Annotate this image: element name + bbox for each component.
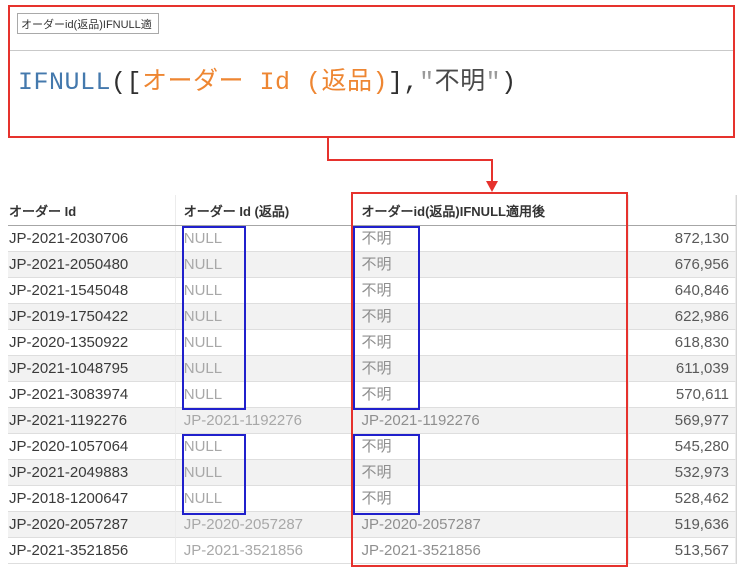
table-row: JP-2019-1750422 NULL 不明 622,986 [8,304,737,330]
table-cell[interactable]: JP-2021-3521856 [351,538,630,564]
table-cell[interactable]: JP-2021-3521856 [175,538,352,564]
table-cell[interactable]: JP-2020-1057064 [8,434,176,460]
table-cell[interactable]: JP-2019-1750422 [8,304,176,330]
formula-token-quote: " [485,68,502,97]
table-cell[interactable]: 不明 [351,304,630,330]
table-cell[interactable]: JP-2021-2030706 [8,226,176,252]
table-cell[interactable]: NULL [175,226,352,252]
column-header[interactable] [629,195,737,225]
table-cell[interactable]: 528,462 [629,486,737,512]
table-cell[interactable]: NULL [175,278,352,304]
table-cell[interactable]: JP-2020-1350922 [8,330,176,356]
table-cell[interactable]: 不明 [351,226,630,252]
table-cell[interactable]: 不明 [351,278,630,304]
table-cell[interactable]: 569,977 [629,408,737,434]
table-cell[interactable]: JP-2020-2057287 [175,512,352,538]
table-cell[interactable]: JP-2021-1192276 [175,408,352,434]
table-row: JP-2020-1350922 NULL 不明 618,830 [8,330,737,356]
table-cell[interactable]: NULL [175,460,352,486]
table-header-row: オーダー Id オーダー Id (返品) オーダーid(返品)IFNULL適用後 [8,195,737,226]
table-cell[interactable]: JP-2021-3521856 [8,538,176,564]
table-row: JP-2021-2050480 NULL 不明 676,956 [8,252,737,278]
table-cell[interactable]: NULL [175,486,352,512]
formula-token-plain: ) [501,68,517,97]
table-cell[interactable]: 676,956 [629,252,737,278]
column-header[interactable]: オーダー Id (返品) [176,195,352,225]
table-cell[interactable]: 611,039 [629,356,737,382]
table-cell[interactable]: JP-2021-3083974 [8,382,176,408]
table-cell[interactable]: 532,973 [629,460,737,486]
formula-token-plain: ], [388,68,420,97]
table-body: JP-2021-2030706 NULL 不明 872,130 JP-2021-2050… [8,226,737,564]
table-cell[interactable]: 872,130 [629,226,737,252]
table-row: JP-2021-1048795 NULL 不明 611,039 [8,356,737,382]
table-cell[interactable]: 622,986 [629,304,737,330]
table-cell[interactable]: NULL [175,382,352,408]
table-cell[interactable]: 519,636 [629,512,737,538]
table-row: JP-2021-3083974 NULL 不明 570,611 [8,382,737,408]
table-cell[interactable]: 不明 [351,434,630,460]
screenshot-canvas: IFNULL([オーダー Id (返品)],"不明") オーダー Idオーダー … [0,0,742,586]
formula-to-column-connector [327,137,493,183]
table-row: JP-2020-1057064 NULL 不明 545,280 [8,434,737,460]
formula-token-quote: " [419,68,435,97]
table-row: JP-2020-2057287 JP-2020-2057287 JP-2020-20… [8,512,737,538]
table-row: JP-2021-3521856 JP-2021-3521856 JP-2021-35… [8,538,737,564]
table-cell[interactable]: 不明 [351,252,630,278]
table-cell[interactable]: JP-2021-1192276 [8,408,176,434]
field-name-input[interactable] [17,13,159,34]
table-cell[interactable]: JP-2020-2057287 [8,512,176,538]
table-cell[interactable]: JP-2021-2050480 [8,252,176,278]
table-cell[interactable]: 不明 [351,356,630,382]
table-row: JP-2021-2030706 NULL 不明 872,130 [8,226,737,252]
column-header[interactable]: オーダーid(返品)IFNULL適用後 [352,195,630,225]
table-cell[interactable]: 570,611 [629,382,737,408]
table-cell[interactable]: 618,830 [629,330,737,356]
table-cell[interactable]: JP-2020-2057287 [351,512,630,538]
formula-token-string: 不明 [434,68,486,97]
table-cell[interactable]: JP-2021-2049883 [8,460,176,486]
formula-token-plain: ([ [111,68,143,97]
table-cell[interactable]: 513,567 [629,538,737,564]
table-cell[interactable]: JP-2018-1200647 [8,486,176,512]
connector-arrowhead-icon [486,181,498,192]
table-row: JP-2021-1192276 JP-2021-1192276 JP-2021-11… [8,408,737,434]
table-cell[interactable]: JP-2021-1048795 [8,356,176,382]
table-cell[interactable]: 不明 [351,486,630,512]
table-cell[interactable]: NULL [175,356,352,382]
table-row: JP-2021-1545048 NULL 不明 640,846 [8,278,737,304]
table-row: JP-2021-2049883 NULL 不明 532,973 [8,460,737,486]
table-cell[interactable]: 不明 [351,460,630,486]
table-cell[interactable]: NULL [175,330,352,356]
formula-token-field: オーダー Id (返品) [142,68,389,97]
table-cell[interactable]: 不明 [351,330,630,356]
calculated-field-editor: IFNULL([オーダー Id (返品)],"不明") [8,5,735,138]
table-cell[interactable]: 545,280 [629,434,737,460]
table-cell[interactable]: JP-2021-1545048 [8,278,176,304]
table-cell[interactable]: NULL [175,304,352,330]
data-table: オーダー Id オーダー Id (返品) オーダーid(返品)IFNULL適用後 J… [8,195,737,564]
column-header[interactable]: オーダー Id [8,195,176,225]
formula-text[interactable]: IFNULL([オーダー Id (返品)],"不明") [18,61,517,97]
editor-divider [10,50,733,51]
formula-token-function: IFNULL [18,68,112,97]
table-cell[interactable]: JP-2021-1192276 [351,408,630,434]
table-cell[interactable]: 640,846 [629,278,737,304]
table-cell[interactable]: NULL [175,252,352,278]
table-cell[interactable]: NULL [175,434,352,460]
table-cell[interactable]: 不明 [351,382,630,408]
table-row: JP-2018-1200647 NULL 不明 528,462 [8,486,737,512]
